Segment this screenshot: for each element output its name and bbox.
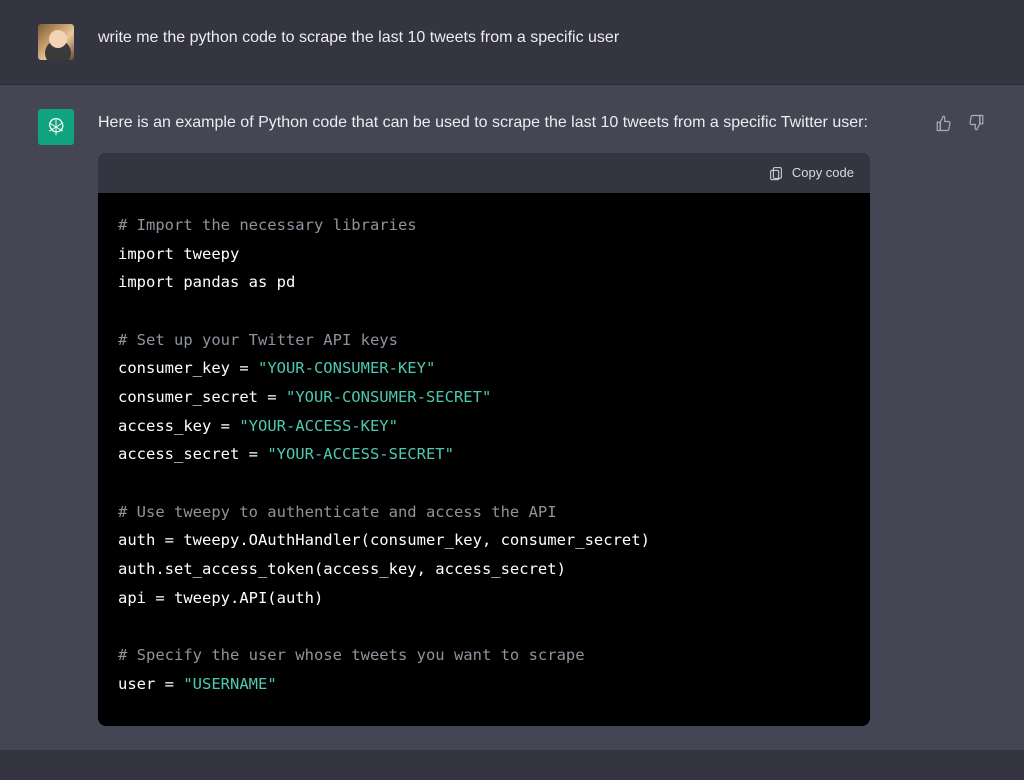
code-token: "USERNAME": [183, 675, 276, 693]
assistant-intro-text: Here is an example of Python code that c…: [98, 109, 870, 137]
code-token: import: [118, 273, 174, 291]
code-token: "YOUR-ACCESS-KEY": [239, 417, 398, 435]
assistant-message-body: Here is an example of Python code that c…: [98, 109, 910, 726]
thumbs-down-icon: [967, 114, 985, 132]
code-token: auth.set_access_token(access_key, access…: [118, 560, 566, 578]
code-token: user =: [118, 675, 183, 693]
code-token: pd: [267, 273, 295, 291]
thumbs-up-button[interactable]: [934, 113, 954, 133]
thumbs-down-button[interactable]: [966, 113, 986, 133]
code-token: # Set up your Twitter API keys: [118, 331, 398, 349]
clipboard-icon: [768, 165, 784, 181]
code-token: as: [249, 273, 268, 291]
code-block-body[interactable]: # Import the necessary libraries import …: [98, 193, 870, 726]
user-message-text: write me the python code to scrape the l…: [98, 24, 986, 60]
code-token: api = tweepy.API(auth): [118, 589, 323, 607]
code-token: # Import the necessary libraries: [118, 216, 417, 234]
code-token: access_key =: [118, 417, 239, 435]
code-token: "YOUR-ACCESS-SECRET": [267, 445, 454, 463]
assistant-avatar: [38, 109, 74, 145]
code-token: # Use tweepy to authenticate and access …: [118, 503, 557, 521]
copy-code-label: Copy code: [792, 162, 854, 185]
copy-code-button[interactable]: Copy code: [768, 162, 854, 185]
openai-logo-icon: [44, 115, 68, 139]
code-token: "YOUR-CONSUMER-SECRET": [286, 388, 491, 406]
user-avatar: [38, 24, 74, 60]
code-block: Copy code # Import the necessary librari…: [98, 153, 870, 726]
assistant-message-row: Here is an example of Python code that c…: [0, 85, 1024, 750]
thumbs-up-icon: [935, 114, 953, 132]
code-block-header: Copy code: [98, 153, 870, 193]
code-token: tweepy: [174, 245, 239, 263]
code-token: auth = tweepy.OAuthHandler(consumer_key,…: [118, 531, 650, 549]
feedback-buttons: [934, 109, 986, 726]
code-token: pandas: [174, 273, 249, 291]
user-message-row: write me the python code to scrape the l…: [0, 0, 1024, 85]
code-token: "YOUR-CONSUMER-KEY": [258, 359, 435, 377]
code-token: consumer_secret =: [118, 388, 286, 406]
code-token: consumer_key =: [118, 359, 258, 377]
code-token: import: [118, 245, 174, 263]
code-token: # Specify the user whose tweets you want…: [118, 646, 585, 664]
code-token: access_secret =: [118, 445, 267, 463]
